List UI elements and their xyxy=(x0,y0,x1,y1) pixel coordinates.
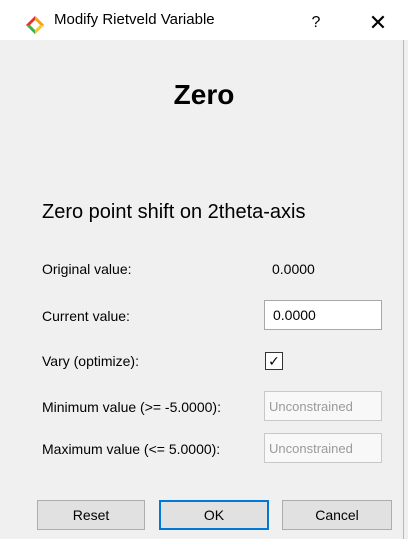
current-value-input[interactable] xyxy=(264,300,382,330)
maximum-value-input[interactable] xyxy=(264,433,382,463)
checkmark-icon: ✓ xyxy=(268,353,280,369)
page-title: Zero xyxy=(173,79,235,110)
title-bar: Modify Rietveld Variable ? ✕ xyxy=(0,0,408,40)
dialog-window: Modify Rietveld Variable ? ✕ Zero Zero p… xyxy=(0,0,408,539)
vary-label: Vary (optimize): xyxy=(42,353,139,369)
window-title: Modify Rietveld Variable xyxy=(54,11,215,28)
maximum-value-label: Maximum value (<= 5.0000): xyxy=(42,441,221,457)
variable-description: Zero point shift on 2theta-axis xyxy=(42,201,306,223)
original-value-label: Original value: xyxy=(42,261,132,277)
minimum-value-input[interactable] xyxy=(264,391,382,421)
minimum-value-label: Minimum value (>= -5.0000): xyxy=(42,399,221,415)
help-button[interactable]: ? xyxy=(294,8,338,38)
current-value-label: Current value: xyxy=(42,308,130,324)
close-button[interactable]: ✕ xyxy=(356,8,400,38)
window-border xyxy=(403,40,404,539)
original-value: 0.0000 xyxy=(272,261,315,277)
diamond-app-icon xyxy=(26,16,44,34)
cancel-button[interactable]: Cancel xyxy=(282,500,392,530)
ok-button[interactable]: OK xyxy=(159,500,269,530)
reset-button[interactable]: Reset xyxy=(37,500,145,530)
vary-checkbox[interactable]: ✓ xyxy=(265,352,283,370)
